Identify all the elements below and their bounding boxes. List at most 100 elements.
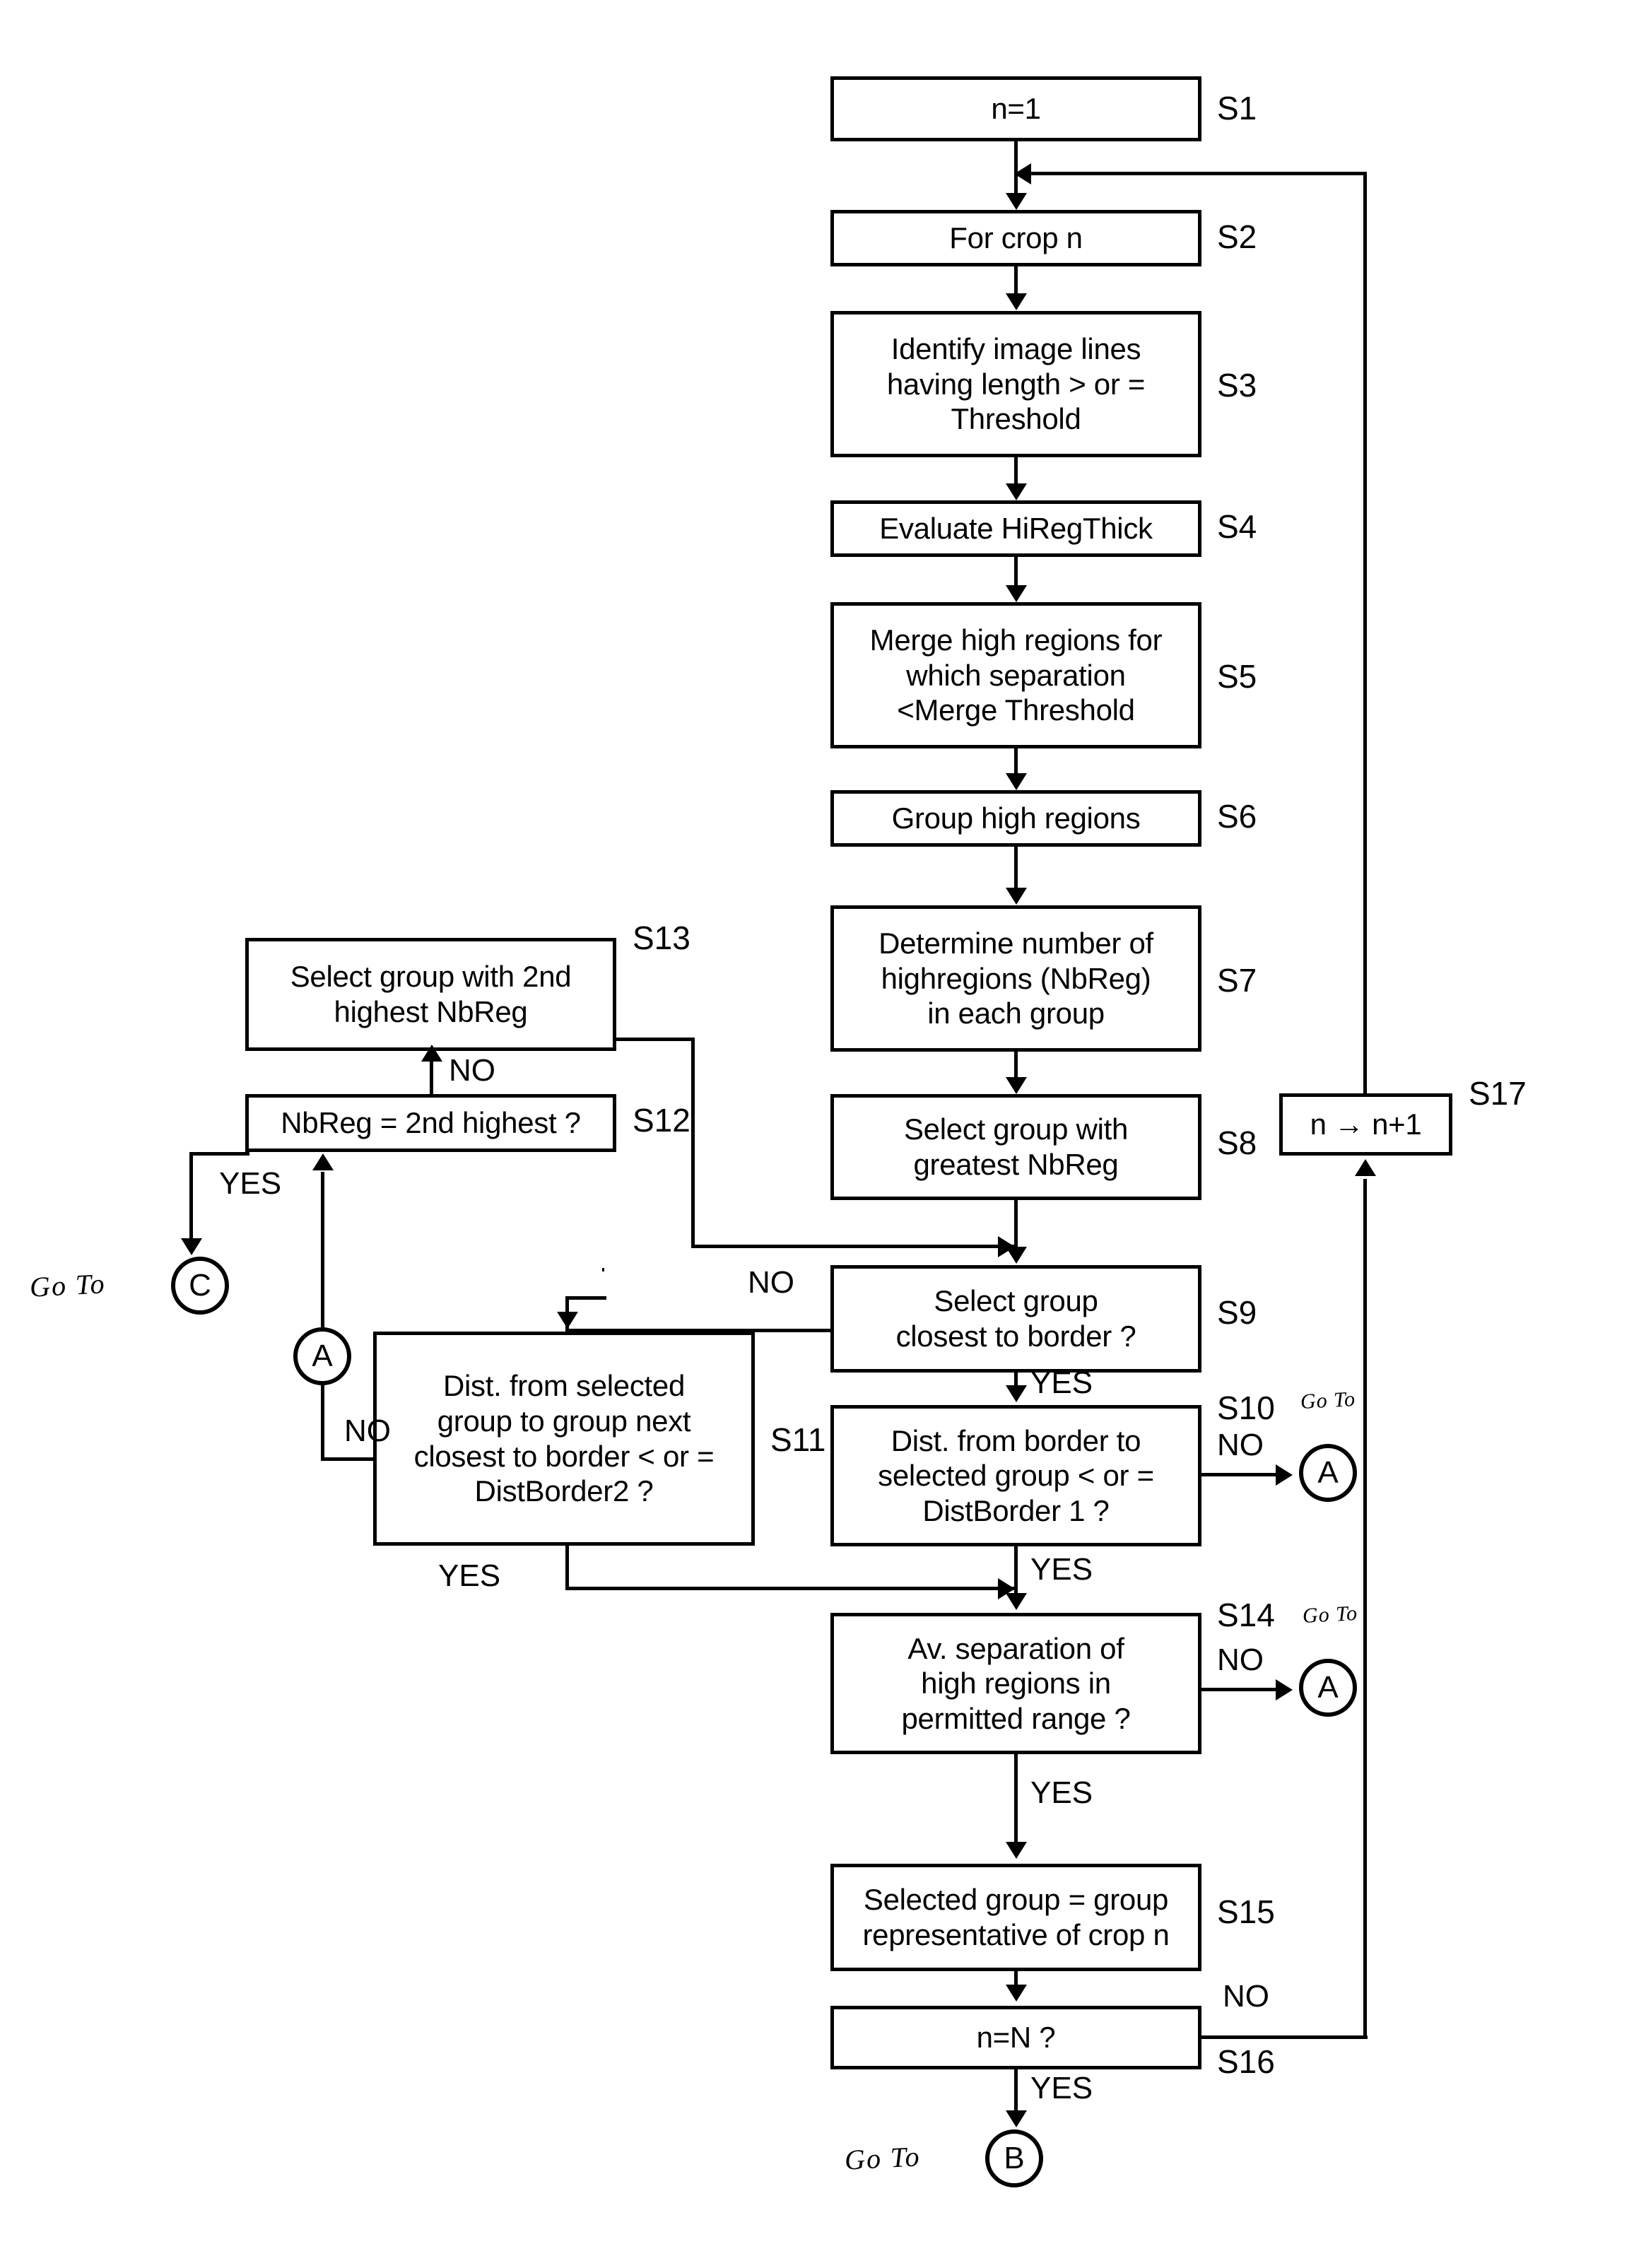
arrowhead-s7 bbox=[1006, 888, 1027, 905]
edge-s12-no-up bbox=[430, 1060, 433, 1094]
arrowhead-s10-top bbox=[1006, 1385, 1027, 1402]
edge-s11-yes-right bbox=[565, 1587, 1018, 1590]
step-id-s3: S3 bbox=[1217, 367, 1257, 404]
step-box-s12: NbReg = 2nd highest ? bbox=[245, 1094, 616, 1152]
connector-circle-a-s14: A bbox=[1299, 1659, 1357, 1717]
edge-s16-no-riser bbox=[1363, 1179, 1367, 2038]
arrowhead-loopback-to-spine bbox=[1014, 163, 1031, 184]
edge-label-s10-no: NO bbox=[1217, 1428, 1264, 1462]
edge-label-s10-yes: YES bbox=[1030, 1552, 1093, 1587]
edge-label-s14-no: NO bbox=[1217, 1643, 1264, 1677]
step-id-s9: S9 bbox=[1217, 1294, 1257, 1331]
edge-s13-out-down bbox=[691, 1038, 695, 1248]
step-id-s5: S5 bbox=[1217, 658, 1257, 695]
goto-label-c: Go To bbox=[28, 1267, 107, 1303]
edge-s16-yes-down bbox=[1014, 2069, 1018, 2113]
connector-circle-a-mid: A bbox=[293, 1327, 351, 1385]
arrowhead-s5 bbox=[1006, 585, 1027, 602]
step-box-s5: Merge high regions for which separation … bbox=[830, 602, 1201, 748]
edge-s11-no-left bbox=[321, 1457, 376, 1461]
step-id-s11: S11 bbox=[770, 1421, 826, 1458]
step-id-s15: S15 bbox=[1217, 1893, 1275, 1930]
arrowhead-a-s14 bbox=[1276, 1679, 1293, 1700]
step-box-s2: For crop n bbox=[830, 210, 1201, 266]
step-id-s8: S8 bbox=[1217, 1124, 1257, 1161]
arrowhead-s3 bbox=[1006, 293, 1027, 310]
step-box-s14: Av. separation of high regions in permit… bbox=[830, 1613, 1201, 1754]
edge-label-s14-yes: YES bbox=[1030, 1775, 1093, 1810]
edge-s10-no-right bbox=[1201, 1473, 1286, 1476]
step-box-s6: Group high regions bbox=[830, 790, 1201, 847]
step-box-s7: Determine number of highregions (NbReg) … bbox=[830, 905, 1201, 1052]
edge-label-s16-yes: YES bbox=[1030, 2071, 1093, 2105]
goto-label-b: Go To bbox=[843, 2140, 922, 2176]
goto-label-s10: Go To bbox=[1300, 1387, 1356, 1414]
edge-s6-s7 bbox=[1014, 847, 1018, 889]
step-id-s17: S17 bbox=[1469, 1075, 1527, 1112]
edge-label-s11-yes: YES bbox=[438, 1558, 501, 1593]
step-id-s16: S16 bbox=[1217, 2043, 1275, 2080]
arrowhead-s4 bbox=[1006, 483, 1027, 500]
edge-s12-yes-down bbox=[189, 1152, 193, 1242]
step-box-s15: Selected group = group representative of… bbox=[830, 1864, 1201, 1971]
arrowhead-a-s10 bbox=[1276, 1464, 1293, 1486]
arrowhead-s14-top bbox=[1006, 1593, 1027, 1610]
edge-label-s16-no: NO bbox=[1223, 1979, 1269, 2014]
step-id-s6: S6 bbox=[1217, 798, 1257, 835]
edge-s4-s5 bbox=[1014, 557, 1018, 587]
arrowhead-s13-join-spine bbox=[998, 1236, 1015, 1257]
arrowhead-conn-c bbox=[181, 1238, 202, 1255]
edge-label-s12-yes: YES bbox=[219, 1166, 282, 1201]
step-id-s14: S14 bbox=[1217, 1597, 1275, 1633]
edge-s16-no-right bbox=[1201, 2035, 1368, 2039]
edge-label-s12-no: NO bbox=[449, 1053, 495, 1088]
edge-s11-no-up bbox=[321, 1384, 324, 1460]
step-box-s8: Select group with greatest NbReg bbox=[830, 1094, 1201, 1200]
edge-s14-no-right bbox=[1201, 1688, 1286, 1691]
step-id-s2: S2 bbox=[1217, 218, 1257, 255]
step-id-s10: S10 bbox=[1217, 1389, 1275, 1426]
arrowhead-s6 bbox=[1006, 773, 1027, 790]
connector-circle-c: C bbox=[171, 1257, 229, 1315]
arrowhead-s8 bbox=[1006, 1077, 1027, 1094]
step-box-s10: Dist. from border to selected group < or… bbox=[830, 1405, 1201, 1546]
edge-s9-no-left bbox=[602, 1329, 833, 1332]
goto-label-s14: Go To bbox=[1302, 1601, 1358, 1628]
flowchart-canvas: n=1 S1 For crop n S2 Identify image line… bbox=[0, 0, 1634, 2268]
arrowhead-conn-b bbox=[1006, 2110, 1027, 2127]
edge-s13-out-to-spine bbox=[691, 1245, 1016, 1248]
edge-s12-yes-left bbox=[189, 1152, 249, 1156]
arrowhead-s16-top bbox=[1006, 1985, 1027, 2002]
connector-circle-b: B bbox=[985, 2129, 1043, 2187]
arrowhead-s17-bottom bbox=[1355, 1159, 1376, 1176]
arrowhead-s2 bbox=[1006, 193, 1027, 210]
edge-s11-yes-down bbox=[565, 1546, 569, 1590]
step-box-s17: n → n+1 bbox=[1279, 1093, 1452, 1156]
step-box-s1: n=1 bbox=[830, 76, 1201, 141]
step-id-s13: S13 bbox=[633, 919, 690, 956]
step-box-s4: Evaluate HiRegThick bbox=[830, 500, 1201, 557]
step-box-s13: Select group with 2nd highest NbReg bbox=[245, 938, 616, 1051]
edge-s13-out-right bbox=[616, 1038, 694, 1041]
connector-circle-a-s10: A bbox=[1299, 1444, 1357, 1502]
edge-s17-top-riser bbox=[1363, 172, 1367, 1094]
edge-s17-to-spine bbox=[1014, 172, 1366, 175]
step-box-s3: Identify image lines having length > or … bbox=[830, 311, 1201, 457]
step-id-s1: S1 bbox=[1217, 90, 1257, 127]
edge-s14-yes-down bbox=[1014, 1754, 1018, 1844]
edge-into-s11-horiz bbox=[565, 1329, 604, 1332]
arrowhead-s15-top bbox=[1006, 1842, 1027, 1859]
edge-s3-s4 bbox=[1014, 457, 1018, 486]
step-box-s16: n=N ? bbox=[830, 2006, 1201, 2069]
arrowhead-s11-top bbox=[557, 1312, 578, 1329]
edge-label-s11-no: NO bbox=[344, 1414, 391, 1448]
arrowhead-s13-bottom bbox=[421, 1045, 442, 1062]
step-box-s11: Dist. from selected group to group next … bbox=[373, 1332, 755, 1546]
step-box-s9: Select group closest to border ? bbox=[830, 1265, 1201, 1373]
step-id-s7: S7 bbox=[1217, 962, 1257, 999]
arrowhead-s12-bottom bbox=[312, 1153, 334, 1170]
edge-label-s9-yes: YES bbox=[1030, 1365, 1093, 1400]
edge-label-s9-no: NO bbox=[748, 1265, 794, 1300]
step-id-s12: S12 bbox=[633, 1102, 690, 1139]
edge-s7-s8 bbox=[1014, 1052, 1018, 1079]
